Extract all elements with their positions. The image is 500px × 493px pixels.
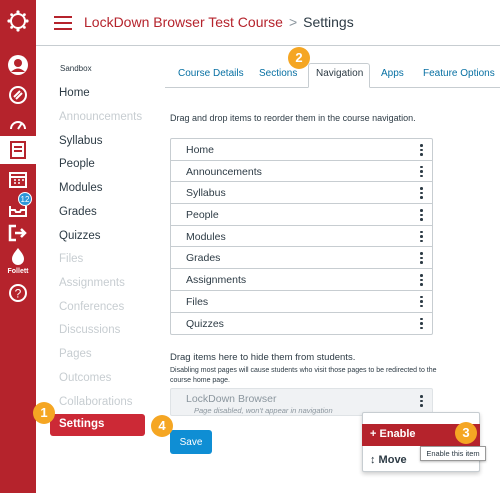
enable-tooltip: Enable this item: [420, 446, 486, 461]
account-icon[interactable]: [0, 50, 36, 80]
calendar-icon[interactable]: [0, 164, 36, 194]
courses-icon[interactable]: [0, 136, 36, 164]
menu-icon[interactable]: [54, 16, 72, 30]
nav-list-item-label: Syllabus: [186, 187, 226, 200]
nav-list-item-label: People: [186, 209, 219, 222]
course-nav-context: Sandbox: [60, 64, 92, 73]
nav-list-item-label: Home: [186, 144, 215, 156]
nav-list-item[interactable]: Assignments: [171, 269, 432, 291]
tab-course-details[interactable]: Course Details: [178, 68, 244, 79]
kebab-menu-icon[interactable]: [420, 274, 423, 286]
inbox-badge: 12: [18, 192, 32, 206]
callout-badge: 2: [288, 47, 310, 69]
nav-list-item[interactable]: Quizzes: [171, 313, 432, 335]
breadcrumb: LockDown Browser Test Course > Settings: [84, 14, 354, 30]
kebab-menu-icon[interactable]: [420, 165, 423, 178]
hidden-items-note: Disabling most pages will cause students…: [170, 367, 437, 384]
callout-badge: 4: [151, 415, 173, 437]
hidden-nav-item-subtitle: Page disabled, won't appear in navigatio…: [194, 406, 333, 415]
hidden-items-heading: Drag items here to hide them from studen…: [170, 352, 356, 363]
follett-label: Follett: [7, 268, 29, 275]
nav-list-item[interactable]: Modules: [171, 226, 432, 248]
kebab-menu-icon[interactable]: [420, 295, 423, 308]
course-nav-people[interactable]: People: [59, 158, 95, 170]
menu-enable-label[interactable]: + Enable: [370, 428, 416, 440]
nav-list-item[interactable]: Announcements: [171, 161, 432, 183]
nav-list-item[interactable]: Home: [171, 139, 432, 161]
tab-feature-options[interactable]: Feature Options: [423, 68, 495, 79]
nav-list-item[interactable]: People: [171, 204, 432, 226]
breadcrumb-current: Settings: [303, 14, 354, 30]
nav-list-item-label: Announcements: [186, 165, 262, 178]
course-nav-conferences[interactable]: Conferences: [59, 301, 124, 313]
kebab-menu-icon[interactable]: [420, 317, 423, 330]
course-nav-assignments[interactable]: Assignments: [59, 277, 125, 289]
course-nav-files[interactable]: Files: [59, 253, 83, 265]
follett-icon[interactable]: [0, 244, 36, 268]
nav-list-item-label: Assignments: [186, 274, 247, 287]
nav-list-item-label: Files: [186, 295, 209, 308]
kebab-menu-icon[interactable]: [420, 209, 423, 221]
canvas-logo-icon[interactable]: [0, 6, 36, 36]
course-nav-pages[interactable]: Pages: [59, 348, 92, 360]
course-nav-modules[interactable]: Modules: [59, 182, 102, 194]
menu-move-option[interactable]: ↕ Move: [370, 454, 407, 466]
svg-text:?: ?: [15, 287, 22, 301]
nav-list-item-label: Grades: [186, 252, 221, 265]
nav-list-item[interactable]: Files: [171, 291, 432, 313]
reorder-instructions: Drag and drop items to reorder them in t…: [170, 113, 416, 123]
callout-badge: 3: [455, 422, 477, 444]
nav-list-item-label: Modules: [186, 230, 226, 243]
course-nav-discussions[interactable]: Discussions: [59, 324, 120, 336]
course-nav-quizzes[interactable]: Quizzes: [59, 230, 101, 242]
course-nav-outcomes[interactable]: Outcomes: [59, 372, 111, 384]
course-nav-announcements[interactable]: Announcements: [59, 111, 142, 123]
kebab-menu-icon[interactable]: [420, 252, 423, 264]
tab-apps[interactable]: Apps: [381, 68, 404, 79]
nav-list-item[interactable]: Syllabus: [171, 182, 432, 205]
course-nav-grades[interactable]: Grades: [59, 206, 97, 218]
course-nav-home[interactable]: Home: [59, 87, 90, 99]
hidden-nav-item-title: LockDown Browser: [186, 393, 277, 405]
callout-badge: 1: [33, 402, 55, 424]
tab-sections[interactable]: Sections: [259, 68, 297, 79]
nav-list-item[interactable]: Grades: [171, 247, 432, 270]
course-nav-collaborations[interactable]: Collaborations: [59, 396, 133, 408]
help-icon[interactable]: ?: [0, 278, 36, 308]
global-nav: 12 Follett ?: [0, 0, 36, 493]
admin-shield-icon[interactable]: [0, 80, 36, 110]
save-button[interactable]: Save: [170, 430, 212, 454]
breadcrumb-separator: >: [288, 14, 298, 30]
page-header: LockDown Browser Test Course > Settings: [36, 0, 500, 46]
course-nav-settings[interactable]: Settings: [59, 418, 104, 430]
kebab-menu-icon[interactable]: [420, 230, 423, 243]
kebab-menu-icon[interactable]: [420, 395, 423, 407]
kebab-menu-icon[interactable]: [420, 187, 423, 199]
nav-list-item-label: Quizzes: [186, 317, 224, 330]
enabled-nav-list: Home Announcements Syllabus People Modul…: [170, 138, 433, 336]
course-nav-syllabus[interactable]: Syllabus: [59, 135, 102, 147]
breadcrumb-course-link[interactable]: LockDown Browser Test Course: [84, 14, 283, 30]
kebab-menu-icon[interactable]: [420, 144, 423, 156]
tab-navigation[interactable]: Navigation: [316, 68, 363, 79]
